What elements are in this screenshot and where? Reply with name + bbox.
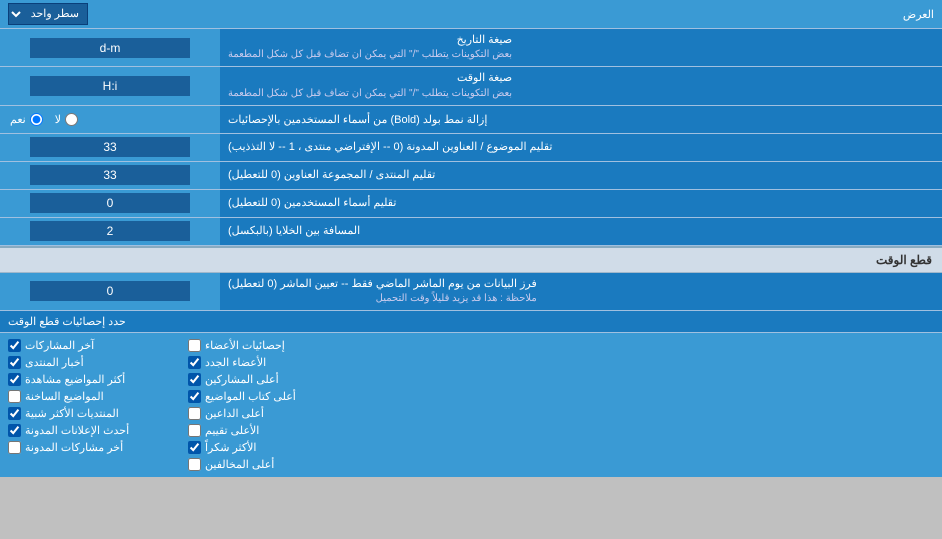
checkbox-input[interactable] bbox=[8, 441, 21, 454]
checkbox-input[interactable] bbox=[188, 458, 201, 471]
page-title: العرض bbox=[88, 8, 934, 21]
checkbox-item: أعلى الداعين bbox=[188, 407, 348, 420]
members-input-area bbox=[0, 190, 220, 217]
members-input[interactable] bbox=[30, 193, 190, 213]
checkbox-item: الأعلى تقييم bbox=[188, 424, 348, 437]
checkbox-input[interactable] bbox=[188, 373, 201, 386]
topics-input[interactable] bbox=[30, 137, 190, 157]
lines-select[interactable]: سطر واحدسطرانثلاثة أسطر bbox=[8, 3, 88, 25]
checkbox-input[interactable] bbox=[188, 407, 201, 420]
time-format-input-area bbox=[0, 67, 220, 104]
checkbox-item: إحصائيات الأعضاء bbox=[188, 339, 348, 352]
bold-yes-radio[interactable] bbox=[30, 113, 43, 126]
checkbox-input[interactable] bbox=[188, 339, 201, 352]
forum-input[interactable] bbox=[30, 165, 190, 185]
checkbox-input[interactable] bbox=[188, 356, 201, 369]
checkbox-label: أعلى المخالفين bbox=[205, 458, 274, 471]
cutoff-label: فرز البيانات من يوم الماشر الماضي فقط --… bbox=[220, 273, 942, 310]
checkbox-input[interactable] bbox=[8, 356, 21, 369]
bold-radio-area: لا نعم bbox=[0, 106, 220, 133]
checkbox-input[interactable] bbox=[8, 373, 21, 386]
spacing-input-area bbox=[0, 218, 220, 245]
bold-no-label: لا bbox=[55, 113, 78, 126]
bold-label: إزالة نمط بولد (Bold) من أسماء المستخدمي… bbox=[220, 106, 942, 133]
checkbox-label: أعلى المشاركين bbox=[205, 373, 279, 386]
checkbox-item: أخبار المنتدى bbox=[8, 356, 168, 369]
checkbox-input[interactable] bbox=[8, 407, 21, 420]
checkbox-label: أحدث الإعلانات المدونة bbox=[25, 424, 129, 437]
checkbox-label: الأعلى تقييم bbox=[205, 424, 259, 437]
checkboxes-area: إحصائيات الأعضاء الأعضاء الجدد أعلى المش… bbox=[0, 333, 942, 477]
checkbox-item: أكثر المواضيع مشاهدة bbox=[8, 373, 168, 386]
checkbox-item: أحدث الإعلانات المدونة bbox=[8, 424, 168, 437]
checkbox-input[interactable] bbox=[188, 424, 201, 437]
checkbox-item: أعلى كتاب المواضيع bbox=[188, 390, 348, 403]
spacing-input[interactable] bbox=[30, 221, 190, 241]
checkbox-item: أخر مشاركات المدونة bbox=[8, 441, 168, 454]
line-select-area: سطر واحدسطرانثلاثة أسطر bbox=[8, 3, 88, 25]
topics-label: تقليم الموضوع / العناوين المدونة (0 -- ا… bbox=[220, 134, 942, 161]
cutoff-input-area bbox=[0, 273, 220, 310]
checkbox-input[interactable] bbox=[8, 424, 21, 437]
date-format-input-area bbox=[0, 29, 220, 66]
checkbox-label: أخبار المنتدى bbox=[25, 356, 84, 369]
forum-label: تقليم المنتدى / المجموعة العناوين (0 للت… bbox=[220, 162, 942, 189]
cutoff-input[interactable] bbox=[30, 281, 190, 301]
checkbox-col-1: آخر المشاركات أخبار المنتدى أكثر المواضي… bbox=[8, 339, 168, 471]
checkbox-item: الأعضاء الجدد bbox=[188, 356, 348, 369]
stats-limit-row: حدد إحصائيات قطع الوقت bbox=[0, 311, 942, 333]
checkbox-label: المنتديات الأكثر شبية bbox=[25, 407, 119, 420]
date-format-label: صيغة التاريخ بعض التكوينات يتطلب "/" الت… bbox=[220, 29, 942, 66]
checkbox-label: آخر المشاركات bbox=[25, 339, 94, 352]
section-cutoff-header: قطع الوقت bbox=[0, 246, 942, 273]
checkbox-label: إحصائيات الأعضاء bbox=[205, 339, 285, 352]
spacing-label: المسافة بين الخلايا (بالبكسل) bbox=[220, 218, 942, 245]
checkbox-label: الأعضاء الجدد bbox=[205, 356, 266, 369]
checkbox-item: أعلى المخالفين bbox=[188, 458, 348, 471]
forum-input-area bbox=[0, 162, 220, 189]
date-format-input[interactable] bbox=[30, 38, 190, 58]
checkbox-input[interactable] bbox=[8, 339, 21, 352]
checkbox-item: آخر المشاركات bbox=[8, 339, 168, 352]
checkbox-input[interactable] bbox=[8, 390, 21, 403]
members-label: تقليم أسماء المستخدمين (0 للتعطيل) bbox=[220, 190, 942, 217]
bold-no-radio[interactable] bbox=[65, 113, 78, 126]
checkbox-input[interactable] bbox=[188, 390, 201, 403]
checkbox-label: الأكثر شكراً bbox=[205, 441, 256, 454]
time-format-label: صيغة الوقت بعض التكوينات يتطلب "/" التي … bbox=[220, 67, 942, 104]
checkbox-label: أعلى الداعين bbox=[205, 407, 264, 420]
topics-input-area bbox=[0, 134, 220, 161]
checkbox-item: أعلى المشاركين bbox=[188, 373, 348, 386]
time-format-input[interactable] bbox=[30, 76, 190, 96]
checkbox-item: المواضيع الساخنة bbox=[8, 390, 168, 403]
checkbox-label: أكثر المواضيع مشاهدة bbox=[25, 373, 125, 386]
checkbox-label: أخر مشاركات المدونة bbox=[25, 441, 123, 454]
checkbox-input[interactable] bbox=[188, 441, 201, 454]
checkbox-label: أعلى كتاب المواضيع bbox=[205, 390, 296, 403]
checkbox-label: المواضيع الساخنة bbox=[25, 390, 104, 403]
bold-yes-label: نعم bbox=[10, 113, 43, 126]
checkbox-item: المنتديات الأكثر شبية bbox=[8, 407, 168, 420]
checkbox-col-2: إحصائيات الأعضاء الأعضاء الجدد أعلى المش… bbox=[188, 339, 348, 471]
checkbox-item: الأكثر شكراً bbox=[188, 441, 348, 454]
